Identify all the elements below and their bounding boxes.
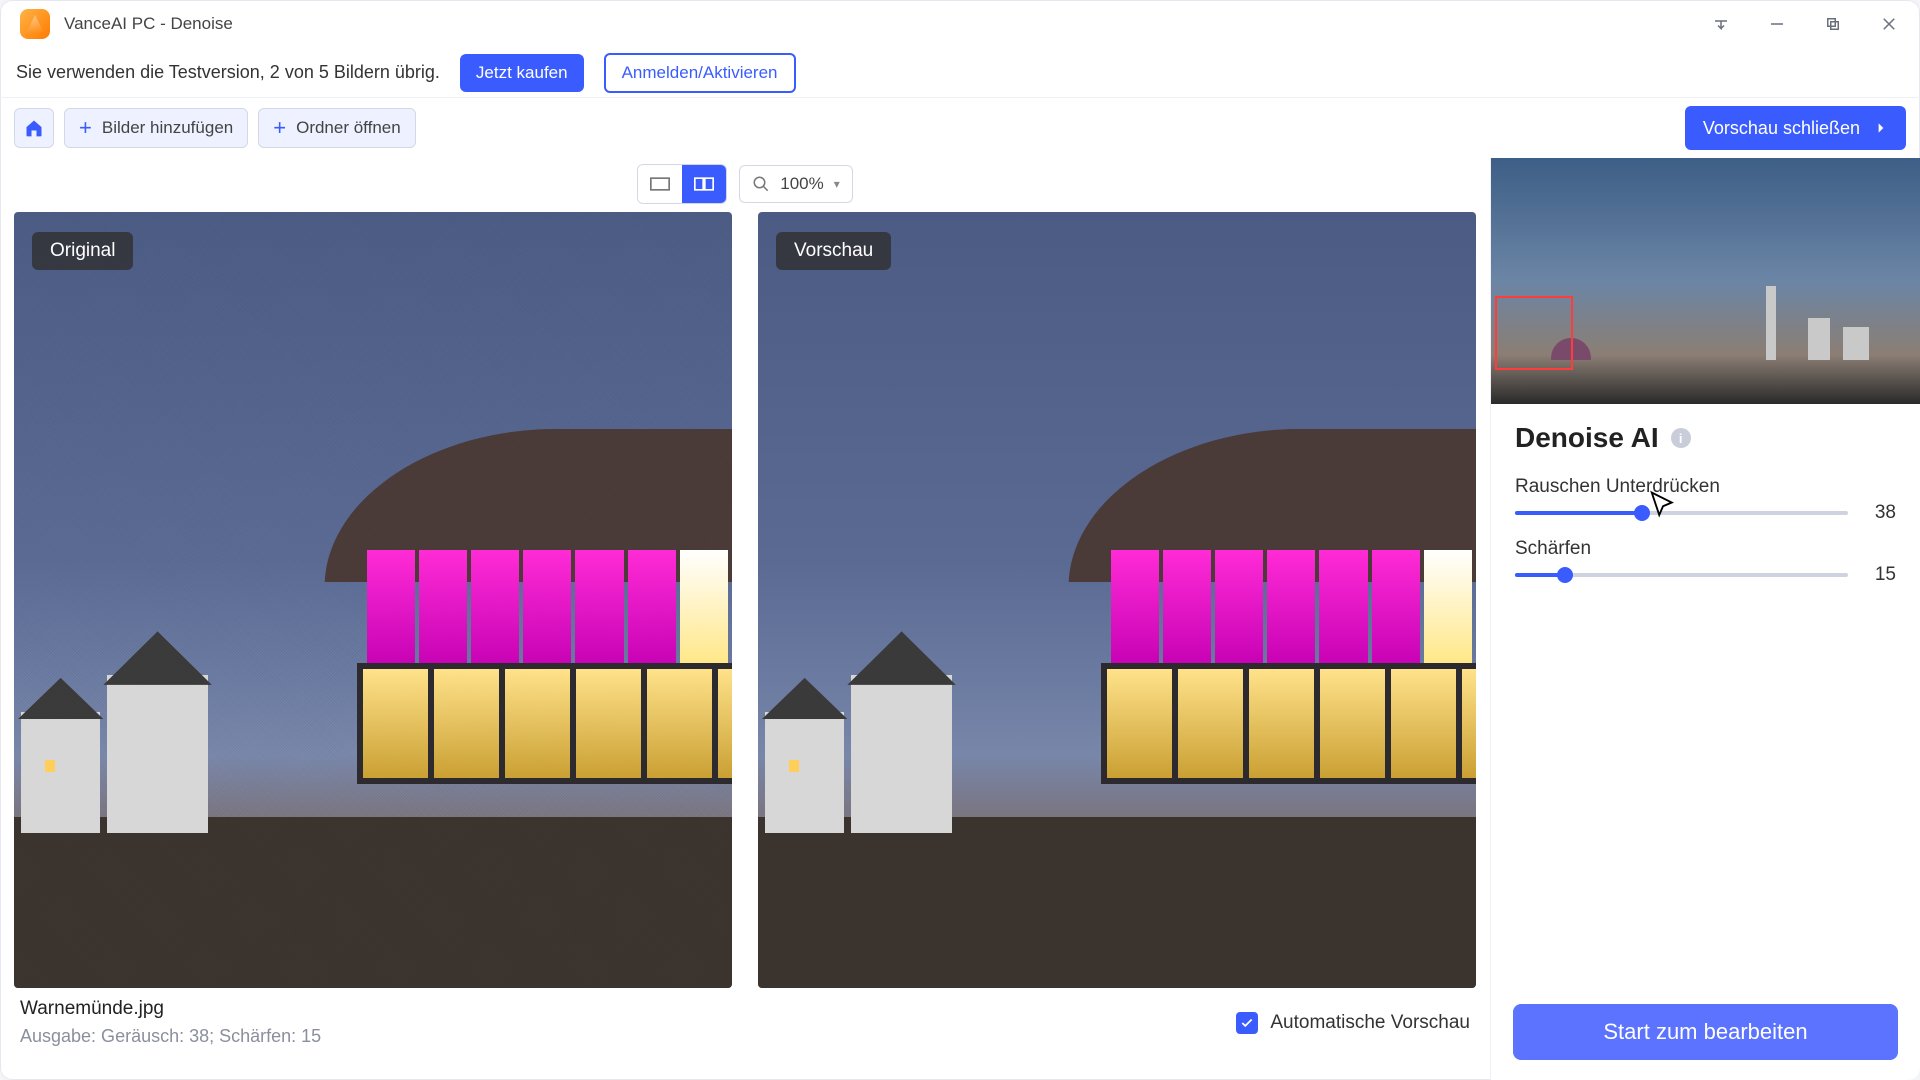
sharpen-slider-label: Schärfen <box>1515 538 1896 560</box>
noise-slider[interactable] <box>1515 511 1848 515</box>
buy-button[interactable]: Jetzt kaufen <box>460 54 584 92</box>
noise-slider-label: Rauschen Unterdrücken <box>1515 476 1896 498</box>
auto-preview-label: Automatische Vorschau <box>1270 1012 1470 1034</box>
checkbox-checked-icon <box>1236 1012 1258 1034</box>
panel-title: Denoise AI <box>1515 422 1659 454</box>
login-button[interactable]: Anmelden/Aktivieren <box>604 53 796 93</box>
start-process-button[interactable]: Start zum bearbeiten <box>1513 1004 1898 1060</box>
trial-bar: Sie verwenden die Testversion, 2 von 5 B… <box>0 48 1920 98</box>
app-logo-icon <box>20 9 50 39</box>
sharpen-slider-value: 15 <box>1862 564 1896 586</box>
compare-view: Original <box>14 212 1476 988</box>
footer: Warnemünde.jpg Ausgabe: Geräusch: 38; Sc… <box>14 988 1476 1074</box>
title-bar: VanceAI PC - Denoise <box>0 0 1920 48</box>
home-button[interactable] <box>14 108 54 148</box>
minimize-icon[interactable] <box>1766 13 1788 35</box>
filename-label: Warnemünde.jpg <box>20 998 321 1020</box>
original-badge: Original <box>32 232 133 270</box>
plus-icon: + <box>79 115 92 141</box>
settings-panel: Denoise AI i Rauschen Unterdrücken 38 Sc… <box>1490 158 1920 1080</box>
collapse-icon[interactable] <box>1710 13 1732 35</box>
add-images-label: Bilder hinzufügen <box>102 118 233 138</box>
preview-image[interactable]: Vorschau <box>758 212 1476 988</box>
toolbar: + Bilder hinzufügen + Ordner öffnen Vors… <box>0 98 1920 158</box>
maximize-icon[interactable] <box>1822 13 1844 35</box>
noise-slider-value: 38 <box>1862 502 1896 524</box>
preview-badge: Vorschau <box>776 232 891 270</box>
close-preview-label: Vorschau schließen <box>1703 118 1860 139</box>
navigator-thumbnail[interactable] <box>1491 158 1920 404</box>
open-folder-button[interactable]: + Ordner öffnen <box>258 108 415 148</box>
open-folder-label: Ordner öffnen <box>296 118 401 138</box>
navigator-roi[interactable] <box>1495 296 1572 370</box>
sharpen-slider-handle[interactable] <box>1557 567 1573 583</box>
add-images-button[interactable]: + Bilder hinzufügen <box>64 108 248 148</box>
sharpen-slider[interactable] <box>1515 573 1848 577</box>
close-icon[interactable] <box>1878 13 1900 35</box>
original-image[interactable]: Original <box>14 212 732 988</box>
plus-icon: + <box>273 115 286 141</box>
auto-preview-checkbox[interactable]: Automatische Vorschau <box>1236 1012 1470 1034</box>
info-icon[interactable]: i <box>1671 428 1691 448</box>
trial-message: Sie verwenden die Testversion, 2 von 5 B… <box>16 62 440 83</box>
window-title: VanceAI PC - Denoise <box>64 14 233 34</box>
close-preview-button[interactable]: Vorschau schließen <box>1685 106 1906 150</box>
output-settings-label: Ausgabe: Geräusch: 38; Schärfen: 15 <box>20 1026 321 1047</box>
noise-slider-handle[interactable] <box>1634 505 1650 521</box>
chevron-right-icon <box>1874 121 1888 135</box>
